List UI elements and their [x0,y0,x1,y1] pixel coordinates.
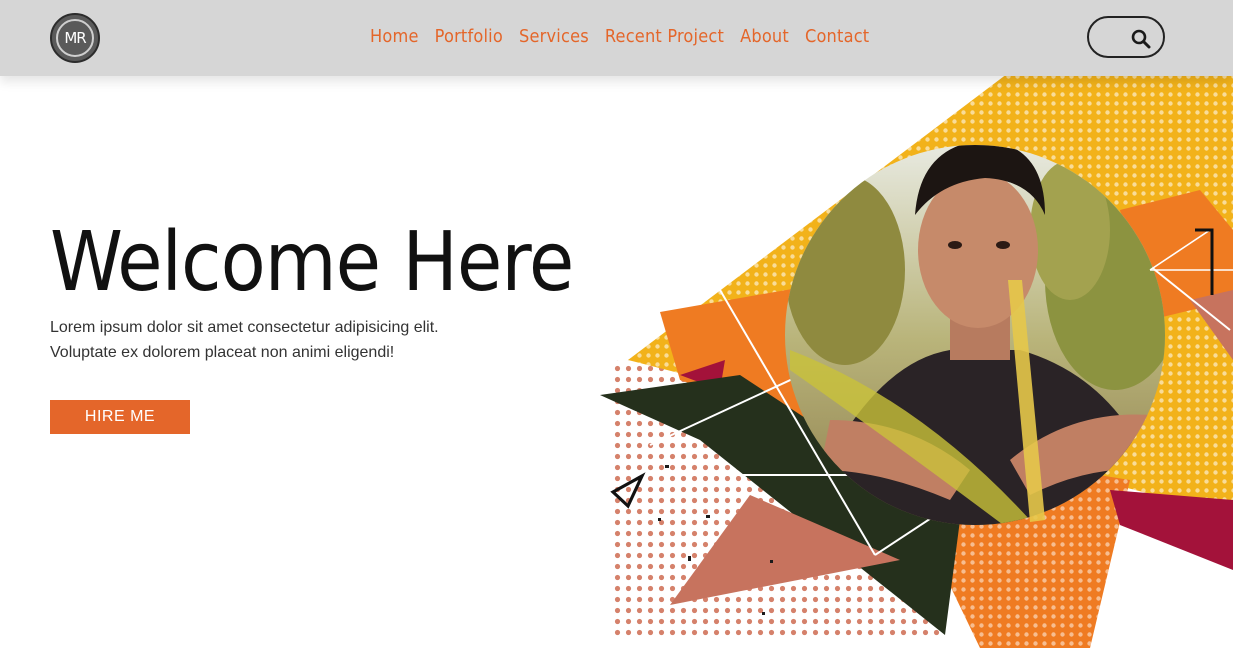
hero-description-line-2: Voluptate ex dolorem placeat non animi e… [50,344,395,361]
search-icon [1131,29,1151,49]
hero-description: Lorem ipsum dolor sit amet consectetur a… [50,315,520,365]
hero-artwork [600,0,1233,648]
nav-services[interactable]: Services [519,26,589,47]
nav-home[interactable]: Home [370,26,419,47]
search-button[interactable] [1087,16,1165,58]
crimson-shard [1110,490,1233,570]
hire-me-button[interactable]: HIRE ME [50,400,190,434]
nav-contact[interactable]: Contact [805,26,869,47]
nav-portfolio[interactable]: Portfolio [435,26,503,47]
logo-monogram: MR [56,19,94,57]
logo[interactable]: MR [50,13,100,63]
hero-title: Welcome Here [50,215,574,310]
top-navbar: MR Home Portfolio Services Recent Projec… [0,0,1233,76]
hero-description-line-1: Lorem ipsum dolor sit amet consectetur a… [50,319,439,336]
nav-recent-project[interactable]: Recent Project [605,26,724,47]
main-nav: Home Portfolio Services Recent Project A… [370,26,869,47]
nav-about[interactable]: About [740,26,789,47]
